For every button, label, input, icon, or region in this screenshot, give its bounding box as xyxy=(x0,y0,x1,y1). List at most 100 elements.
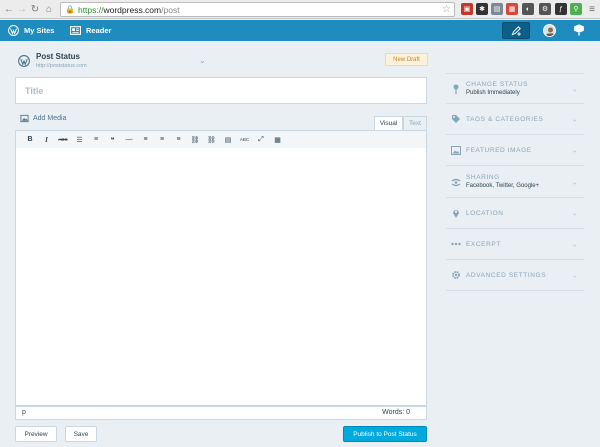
editor-status-bar: p Words: 0 xyxy=(15,406,427,420)
italic-icon: I xyxy=(45,135,48,144)
save-button[interactable]: Save xyxy=(65,426,97,442)
accordion-location[interactable]: LOCATION ⌄ xyxy=(446,198,584,229)
my-sites-link[interactable]: My Sites xyxy=(8,20,54,41)
chevron-down-icon: ⌄ xyxy=(571,177,578,186)
tab-visual[interactable]: Visual xyxy=(374,116,403,130)
remove-link-icon: ⛓ xyxy=(207,136,216,144)
horizontal-rule-button[interactable]: — xyxy=(121,133,137,147)
accordion-title: TAGS & CATEGORIES xyxy=(466,115,544,123)
accordion-title: CHANGE STATUS xyxy=(466,81,529,88)
insert-link-icon: ⛓ xyxy=(190,136,200,144)
ext-1-icon[interactable]: ▣ xyxy=(461,3,473,15)
chevron-down-icon: ⌄ xyxy=(571,270,578,280)
site-url: http://poststatus.com xyxy=(36,63,87,69)
reader-label: Reader xyxy=(86,26,112,35)
align-center-button[interactable]: ≡ xyxy=(154,133,170,147)
chevron-down-icon[interactable]: ⌄ xyxy=(199,56,206,65)
image-icon xyxy=(451,145,461,155)
wordpress-logo-icon xyxy=(8,25,19,36)
reload-icon[interactable]: ↻ xyxy=(29,2,41,16)
accordion-tags-categories[interactable]: TAGS & CATEGORIES ⌄ xyxy=(446,104,584,135)
read-more-button[interactable]: ▤ xyxy=(220,133,236,147)
ext-2-icon[interactable]: ✱ xyxy=(476,3,488,15)
ext-4-icon[interactable]: ▦ xyxy=(506,3,518,15)
my-sites-label: My Sites xyxy=(24,26,55,35)
toolbar-toggle-button[interactable]: ▦ xyxy=(270,133,286,147)
accordion-advanced-settings[interactable]: ADVANCED SETTINGS ⌄ xyxy=(446,260,584,291)
horizontal-rule-icon: — xyxy=(125,136,133,143)
back-arrow-icon[interactable]: ← xyxy=(3,2,15,16)
post-settings-sidebar: CHANGE STATUS Publish Immediately ⌄ TAGS & … xyxy=(446,73,584,291)
accordion-subtitle: Publish Immediately xyxy=(466,90,520,96)
fullscreen-icon: ⤢ xyxy=(258,135,264,143)
bulleted-list-button[interactable]: ☰ xyxy=(72,133,88,147)
accordion-change-status[interactable]: CHANGE STATUS Publish Immediately ⌄ xyxy=(446,73,584,104)
site-wordpress-icon xyxy=(18,55,30,67)
ext-8-icon[interactable]: ⚲ xyxy=(570,3,582,15)
avatar[interactable] xyxy=(543,24,556,37)
align-center-icon: ≡ xyxy=(159,136,165,143)
url-host: wordpress.com xyxy=(103,4,162,15)
insert-link-button[interactable]: ⛓ xyxy=(187,133,203,147)
accordion-title: SHARING xyxy=(466,174,500,181)
bold-button[interactable]: B xyxy=(22,133,38,147)
ext-3-icon[interactable]: ▤ xyxy=(491,3,503,15)
tab-text[interactable]: Text xyxy=(403,116,427,130)
accordion-excerpt[interactable]: EXCERPT ⌄ xyxy=(446,229,584,260)
share-icon xyxy=(451,177,461,187)
notifications-button[interactable] xyxy=(572,23,586,42)
element-path: p xyxy=(22,409,26,416)
bold-icon: B xyxy=(27,136,33,143)
site-selector[interactable]: Post Status http://poststatus.com ⌄ New … xyxy=(16,52,428,72)
bulleted-list-icon: ☰ xyxy=(76,136,83,144)
avatar-image xyxy=(546,27,555,36)
tag-icon xyxy=(451,114,461,124)
title-input[interactable]: Title xyxy=(15,77,427,104)
content-editor[interactable] xyxy=(15,148,427,406)
chevron-down-icon: ⌄ xyxy=(571,114,578,124)
url-path: /post xyxy=(161,4,180,15)
home-icon[interactable]: ⌂ xyxy=(43,2,55,16)
toolbar-toggle-icon: ▦ xyxy=(274,136,281,144)
forward-arrow-icon[interactable]: → xyxy=(16,2,28,16)
add-media-button[interactable]: Add Media xyxy=(20,114,66,123)
add-media-label: Add Media xyxy=(33,115,67,122)
menu-icon[interactable]: ≡ xyxy=(586,3,598,15)
remove-link-button[interactable]: ⛓ xyxy=(204,133,220,147)
reader-icon xyxy=(70,26,81,35)
site-name: Post Status xyxy=(36,52,81,61)
spellcheck-button[interactable]: ABC xyxy=(237,133,253,147)
write-post-button[interactable] xyxy=(502,22,530,39)
read-more-icon: ▤ xyxy=(224,136,232,144)
ext-7-icon[interactable]: ƒ xyxy=(555,3,567,15)
align-right-button[interactable]: ≡ xyxy=(171,133,187,147)
ext-6-icon[interactable]: ⚙ xyxy=(539,3,551,15)
fullscreen-button[interactable]: ⤢ xyxy=(253,133,269,147)
align-left-icon: ≡ xyxy=(143,136,148,143)
word-count: Words: 0 xyxy=(382,409,410,416)
publish-button[interactable]: Publish to Post Status xyxy=(343,426,427,442)
chevron-down-icon: ⌄ xyxy=(571,84,578,93)
blockquote-icon: ❝ xyxy=(110,136,115,144)
ext-5-icon[interactable]: ◐ xyxy=(522,3,534,15)
bookmark-star-icon[interactable]: ☆ xyxy=(442,4,451,15)
spellcheck-icon: ABC xyxy=(239,137,250,142)
accordion-featured-image[interactable]: FEATURED IMAGE ⌄ xyxy=(446,135,584,166)
align-right-icon: ≡ xyxy=(176,136,181,143)
blockquote-button[interactable]: ❝ xyxy=(105,133,121,147)
pin-icon xyxy=(451,84,461,94)
numbered-list-button[interactable]: ≡ xyxy=(88,133,104,147)
notifications-icon xyxy=(574,24,584,36)
chevron-down-icon: ⌄ xyxy=(571,208,578,218)
accordion-sharing[interactable]: SHARING Facebook, Twitter, Google+ ⌄ xyxy=(446,166,584,198)
reader-link[interactable]: Reader xyxy=(70,20,111,41)
masterbar: My Sites Reader xyxy=(0,20,600,41)
gear-icon xyxy=(451,270,461,280)
preview-button[interactable]: Preview xyxy=(15,426,57,442)
strikethrough-button[interactable]: ABC xyxy=(55,133,71,147)
location-icon xyxy=(451,208,461,218)
address-bar[interactable]: 🔒 https://wordpress.com/post ☆ xyxy=(60,2,455,17)
italic-button[interactable]: I xyxy=(39,133,55,147)
chevron-down-icon: ⌄ xyxy=(571,239,578,249)
align-left-button[interactable]: ≡ xyxy=(138,133,154,147)
